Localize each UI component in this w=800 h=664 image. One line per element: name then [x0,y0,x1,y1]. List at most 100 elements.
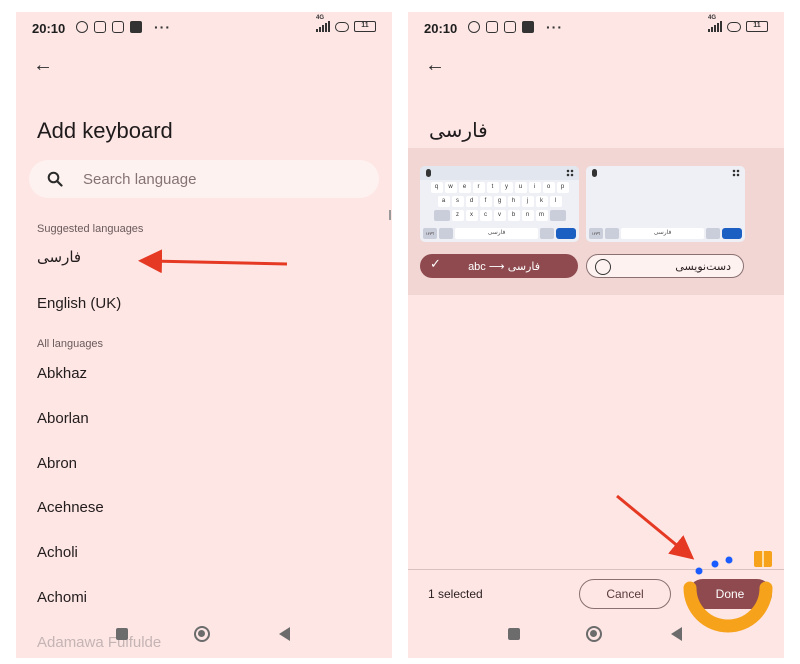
enter-key-icon [556,228,576,239]
check-icon: ✓ [430,256,441,271]
numbers-key: ؟۱۲۳ [589,228,603,239]
keyboard-key: x [465,210,478,221]
alarm-icon [468,21,480,33]
grid-icon [732,169,740,177]
status-time: 20:10 [32,21,66,36]
search-box[interactable] [29,160,379,198]
search-input[interactable] [83,160,363,198]
keyboard-bottom-row: ؟۱۲۳ فارسی [423,228,576,239]
keyboard-bottom-row: ؟۱۲۳ فارسی [589,228,742,239]
keyboard-key: i [528,182,541,193]
keyboard-key: n [521,210,534,221]
home-icon[interactable] [586,626,602,642]
system-icons: 4G 11 [708,15,768,32]
battery-icon: 11 [354,21,376,32]
network-type: 4G [316,15,325,21]
language-item[interactable]: Abron [37,455,77,472]
enter-key-icon [722,228,742,239]
keyboard-key: t [486,182,499,193]
emoji-key-icon [605,228,619,239]
handwriting-keyboard-preview[interactable]: ؟۱۲۳ فارسی [586,166,745,242]
recents-icon[interactable] [116,628,128,640]
hotspot-icon [335,22,349,32]
keyboard-key: q [430,182,443,193]
suggested-languages-header: Suggested languages [37,223,144,235]
layout-option-handwriting[interactable]: دست‌نویسی [586,254,744,278]
keyboard-row: zxcvbnm [423,210,576,221]
keyboard-key: u [514,182,527,193]
more-notifications-icon: ··· [546,19,563,35]
keyboard-key: p [556,182,569,193]
keyboard-key: w [444,182,457,193]
recents-icon[interactable] [508,628,520,640]
language-item-farsi[interactable]: فارسی [37,248,81,266]
back-icon[interactable] [279,627,290,641]
language-item[interactable]: Abkhaz [37,365,87,382]
keyboard-layout-screen: 20:10 ··· 4G 11 ← فارسی qwertyuiop asdfg [408,12,784,658]
layout-option-label: abc ⟶ فارسی [468,261,540,273]
more-notifications-icon: ··· [154,19,171,35]
system-icons: 4G 11 [316,15,376,32]
keyboard-row: asdfghjkl [423,196,576,207]
app-notification-icon [522,21,534,33]
radio-button[interactable] [595,259,611,275]
navigation-bar [408,624,784,644]
keyboard-row: qwertyuiop [423,182,576,193]
layout-option-transliteration[interactable]: ✓ abc ⟶ فارسی [420,254,578,278]
divider [408,569,784,570]
language-item[interactable]: Acholi [37,544,78,561]
emoji-key-icon [439,228,453,239]
layout-preview-panel: qwertyuiop asdfghjkl zxcvbnm ؟۱۲۳ فارسی … [408,148,784,295]
instagram-icon [504,21,516,33]
keyboard-key: m [535,210,548,221]
signal-icon: 4G [316,15,330,32]
back-arrow-icon[interactable]: ← [30,52,56,78]
home-icon[interactable] [194,626,210,642]
keyboard-key: k [535,196,548,207]
back-icon[interactable] [671,627,682,641]
status-bar: 20:10 ··· 4G 11 [408,12,784,44]
page-title: Add keyboard [37,118,173,143]
space-key: فارسی [455,228,538,239]
grid-icon [566,169,574,177]
network-type: 4G [708,15,717,21]
navigation-bar [16,624,392,644]
keyboard-key: h [507,196,520,207]
keyboard-key: v [493,210,506,221]
keyboard-key: b [507,210,520,221]
microphone-icon [426,169,431,177]
instagram-icon [486,21,498,33]
delete-key-icon [706,228,720,239]
backspace-key-icon [549,210,566,221]
hotspot-icon [727,22,741,32]
status-bar: 20:10 ··· 4G 11 [16,12,392,44]
page-title: فارسی [429,120,488,142]
keyboard-key: o [542,182,555,193]
cancel-button[interactable]: Cancel [579,579,671,609]
battery-icon: 11 [746,21,768,32]
language-item-english-uk[interactable]: English (UK) [37,295,121,312]
keyboard-key: s [451,196,464,207]
notification-icons: ··· [76,19,171,35]
keyboard-key: a [437,196,450,207]
status-time: 20:10 [424,21,458,36]
keyboard-key: y [500,182,513,193]
microphone-icon [592,169,597,177]
keyboard-key: r [472,182,485,193]
alarm-icon [76,21,88,33]
app-notification-icon [130,21,142,33]
keyboard-toolbar [586,166,745,180]
keyboard-key: e [458,182,471,193]
back-arrow-icon[interactable]: ← [422,52,448,78]
language-item[interactable]: Aborlan [37,410,89,427]
qwerty-keyboard-preview[interactable]: qwertyuiop asdfghjkl zxcvbnm ؟۱۲۳ فارسی [420,166,579,242]
scrollbar[interactable] [389,210,391,220]
keyboard-key: j [521,196,534,207]
keyboard-key: g [493,196,506,207]
language-item[interactable]: Acehnese [37,499,104,516]
keyboard-key: z [451,210,464,221]
done-button[interactable]: Done [688,579,772,609]
language-item[interactable]: Achomi [37,589,87,606]
notification-icons: ··· [468,19,563,35]
keyboard-toolbar [420,166,579,180]
